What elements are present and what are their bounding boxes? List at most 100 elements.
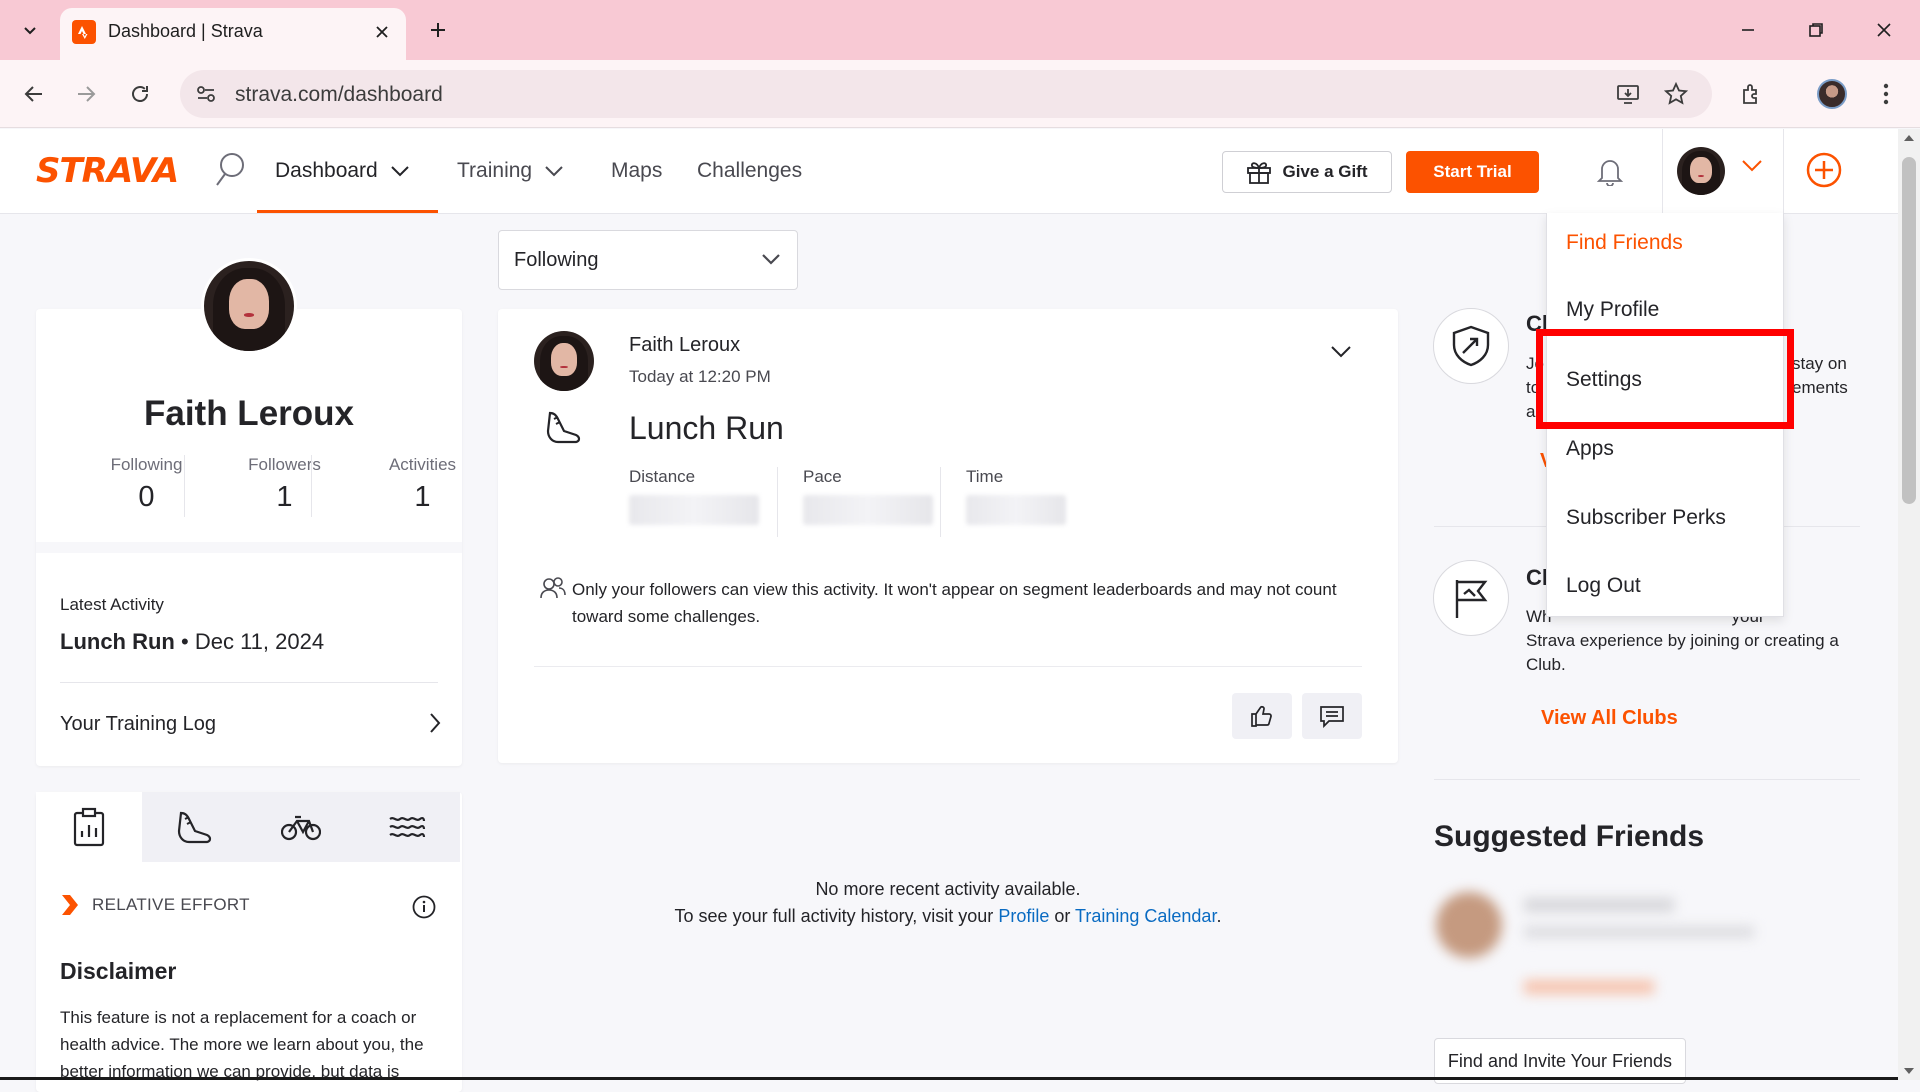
feed-filter-value: Following (514, 249, 599, 271)
section-divider (36, 542, 462, 553)
feed-filter-select[interactable]: Following (498, 230, 798, 290)
suggested-friend-blurred (1434, 880, 1764, 1010)
minimize-button[interactable] (1720, 6, 1776, 54)
profile-name[interactable]: Faith Leroux (36, 394, 462, 434)
page-scrollbar[interactable] (1898, 129, 1920, 1080)
scroll-up-arrow-icon[interactable] (1904, 135, 1914, 141)
tab-search-button[interactable] (12, 12, 48, 48)
athlete-name-link[interactable]: Faith Leroux (629, 334, 740, 357)
training-calendar-link[interactable]: Training Calendar (1075, 906, 1216, 926)
strava-favicon-icon (72, 20, 96, 44)
stat-divider (311, 455, 312, 517)
arrow-right-icon (78, 86, 96, 102)
view-all-clubs-link[interactable]: View All Clubs (1541, 707, 1678, 730)
bookmark-star-icon[interactable] (1660, 78, 1692, 110)
site-info-icon[interactable] (190, 78, 222, 110)
running-shoe-icon (177, 811, 212, 844)
give-a-gift-button[interactable]: Give a Gift (1222, 151, 1392, 193)
arrow-left-icon (24, 86, 42, 102)
address-bar[interactable]: strava.com/dashboard (180, 70, 1712, 118)
tab-run[interactable] (142, 792, 248, 862)
nav-training-label: Training (457, 159, 533, 182)
comment-button[interactable] (1302, 693, 1362, 739)
avatar (1817, 79, 1847, 109)
metric-label: Pace (803, 467, 842, 486)
start-trial-button[interactable]: Start Trial (1406, 151, 1539, 193)
metric-pace: Pace (803, 467, 933, 525)
chevron-down-icon (24, 27, 36, 35)
profile-link[interactable]: Profile (998, 906, 1049, 926)
activity-history-text: To see your full activity history, visit… (498, 903, 1398, 930)
site-header: STRAVA Dashboard Training Maps Challenge… (0, 129, 1898, 214)
training-log-link[interactable]: Your Training Log (60, 713, 216, 736)
install-app-icon[interactable] (1612, 78, 1644, 110)
metric-time: Time (966, 467, 1066, 525)
close-window-button[interactable] (1856, 6, 1912, 54)
divider (1434, 779, 1860, 780)
browser-menu-icon[interactable] (1866, 74, 1906, 114)
close-tab-icon[interactable] (370, 20, 394, 44)
metric-divider (777, 467, 778, 537)
forward-button[interactable] (66, 74, 106, 114)
metric-distance: Distance (629, 467, 759, 525)
search-icon[interactable] (212, 151, 246, 189)
profile-avatar[interactable] (201, 258, 297, 354)
scrollbar-thumb[interactable] (1902, 157, 1916, 504)
extensions-icon[interactable] (1732, 74, 1772, 114)
no-more-activity-text: No more recent activity available. (815, 879, 1081, 899)
strava-logo[interactable]: STRAVA (36, 151, 179, 191)
back-button[interactable] (14, 74, 54, 114)
user-menu-toggle[interactable] (1662, 129, 1784, 214)
info-icon[interactable] (412, 895, 436, 919)
tab-overview[interactable] (36, 792, 142, 862)
scroll-down-arrow-icon[interactable] (1904, 1068, 1914, 1074)
active-tab[interactable]: Dashboard | Strava (60, 8, 406, 60)
stat-activities[interactable]: Activities 1 (360, 455, 485, 514)
menu-item-my-profile[interactable]: My Profile (1566, 298, 1659, 322)
latest-activity[interactable]: Lunch Run • Dec 11, 2024 (60, 629, 324, 655)
comment-icon (1320, 706, 1344, 728)
stat-value: 0 (138, 481, 155, 513)
stat-label: Following (110, 455, 183, 474)
nav-challenges[interactable]: Challenges (697, 159, 802, 183)
activity-title-link[interactable]: Lunch Run (629, 410, 784, 447)
nav-training[interactable]: Training (457, 159, 564, 183)
gift-icon (1247, 162, 1272, 184)
menu-item-apps[interactable]: Apps (1566, 437, 1614, 461)
tab-ride[interactable] (248, 792, 354, 862)
profile-avatar-button[interactable] (1812, 74, 1852, 114)
chevron-down-icon[interactable] (1330, 345, 1352, 359)
nav-maps[interactable]: Maps (611, 159, 662, 183)
chevron-down-icon (762, 254, 780, 265)
divider (60, 682, 438, 683)
disclaimer-title: Disclaimer (60, 958, 177, 984)
notifications-bell-icon[interactable] (1592, 151, 1628, 191)
browser-toolbar: strava.com/dashboard (0, 60, 1920, 128)
suggested-friends-title: Suggested Friends (1434, 820, 1705, 853)
challenges-badge-icon (1433, 308, 1509, 384)
tab-title: Dashboard | Strava (108, 21, 263, 41)
upload-plus-icon[interactable] (1805, 151, 1843, 189)
swim-waves-icon (389, 816, 426, 838)
followers-icon (540, 577, 566, 599)
new-tab-button[interactable] (420, 12, 456, 48)
latest-activity-title: Lunch Run (60, 629, 175, 654)
menu-item-subscriber-perks[interactable]: Subscriber Perks (1566, 506, 1726, 530)
kudos-button[interactable] (1232, 693, 1292, 739)
stat-following[interactable]: Following 0 (84, 455, 209, 514)
bicycle-icon (281, 815, 321, 841)
avatar[interactable] (534, 331, 594, 391)
menu-item-find-friends[interactable]: Find Friends (1566, 231, 1683, 255)
nav-dashboard[interactable]: Dashboard (275, 159, 410, 183)
stat-followers[interactable]: Followers 1 (222, 455, 347, 514)
reload-button[interactable] (120, 74, 160, 114)
nav-dashboard-label: Dashboard (275, 159, 378, 182)
menu-item-log-out[interactable]: Log Out (1566, 574, 1641, 598)
metric-value-blurred (803, 495, 933, 525)
history-or: or (1049, 906, 1076, 926)
tab-swim[interactable] (354, 792, 460, 862)
restore-button[interactable] (1788, 6, 1844, 54)
stat-value: 1 (414, 481, 431, 513)
history-prefix: To see your full activity history, visit… (674, 906, 999, 926)
chevron-right-icon[interactable] (428, 711, 442, 735)
